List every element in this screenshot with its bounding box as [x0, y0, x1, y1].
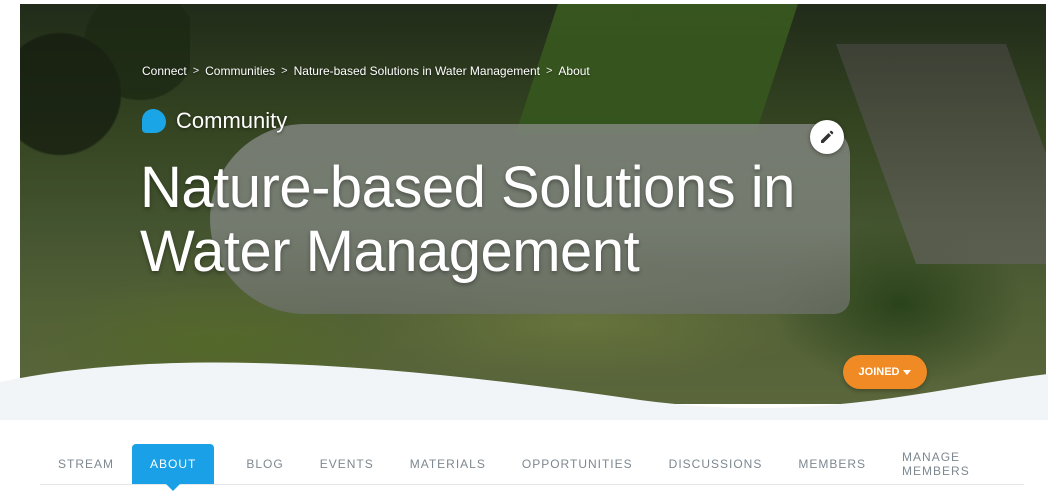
page-title: Nature-based Solutions in Water Manageme… — [140, 155, 795, 284]
breadcrumb: Connect > Communities > Nature-based Sol… — [142, 64, 590, 78]
breadcrumb-connect[interactable]: Connect — [142, 64, 187, 78]
joined-button[interactable]: JOINED — [843, 355, 927, 389]
pencil-icon — [821, 130, 834, 143]
community-type: Community — [142, 108, 287, 134]
community-blob-icon — [142, 109, 166, 133]
tab-materials[interactable]: MATERIALS — [392, 444, 504, 484]
joined-label: JOINED — [858, 366, 900, 378]
tab-about[interactable]: ABOUT — [132, 444, 215, 491]
breadcrumb-community[interactable]: Nature-based Solutions in Water Manageme… — [294, 64, 540, 78]
tab-blog[interactable]: BLOG — [228, 444, 301, 484]
breadcrumb-separator: > — [281, 65, 288, 77]
breadcrumb-separator: > — [545, 65, 553, 77]
edit-button[interactable] — [810, 120, 844, 154]
community-type-label: Community — [176, 108, 288, 133]
tab-members[interactable]: MEMBERS — [780, 444, 884, 484]
tab-events[interactable]: EVENTS — [302, 444, 392, 484]
tab-manage-members[interactable]: MANAGE MEMBERS — [884, 444, 1024, 484]
tab-discussions[interactable]: DISCUSSIONS — [651, 444, 781, 484]
breadcrumb-communities[interactable]: Communities — [205, 64, 275, 78]
breadcrumb-current: About — [558, 64, 590, 78]
tab-opportunities[interactable]: OPPORTUNITIES — [504, 444, 651, 484]
chevron-down-icon — [903, 369, 912, 375]
tab-bar: STREAM ABOUT BLOG EVENTS MATERIALS OPPOR… — [40, 444, 1024, 491]
breadcrumb-separator: > — [192, 65, 200, 77]
page: Connect > Communities > Nature-based Sol… — [0, 0, 1048, 500]
tab-stream[interactable]: STREAM — [40, 444, 132, 484]
